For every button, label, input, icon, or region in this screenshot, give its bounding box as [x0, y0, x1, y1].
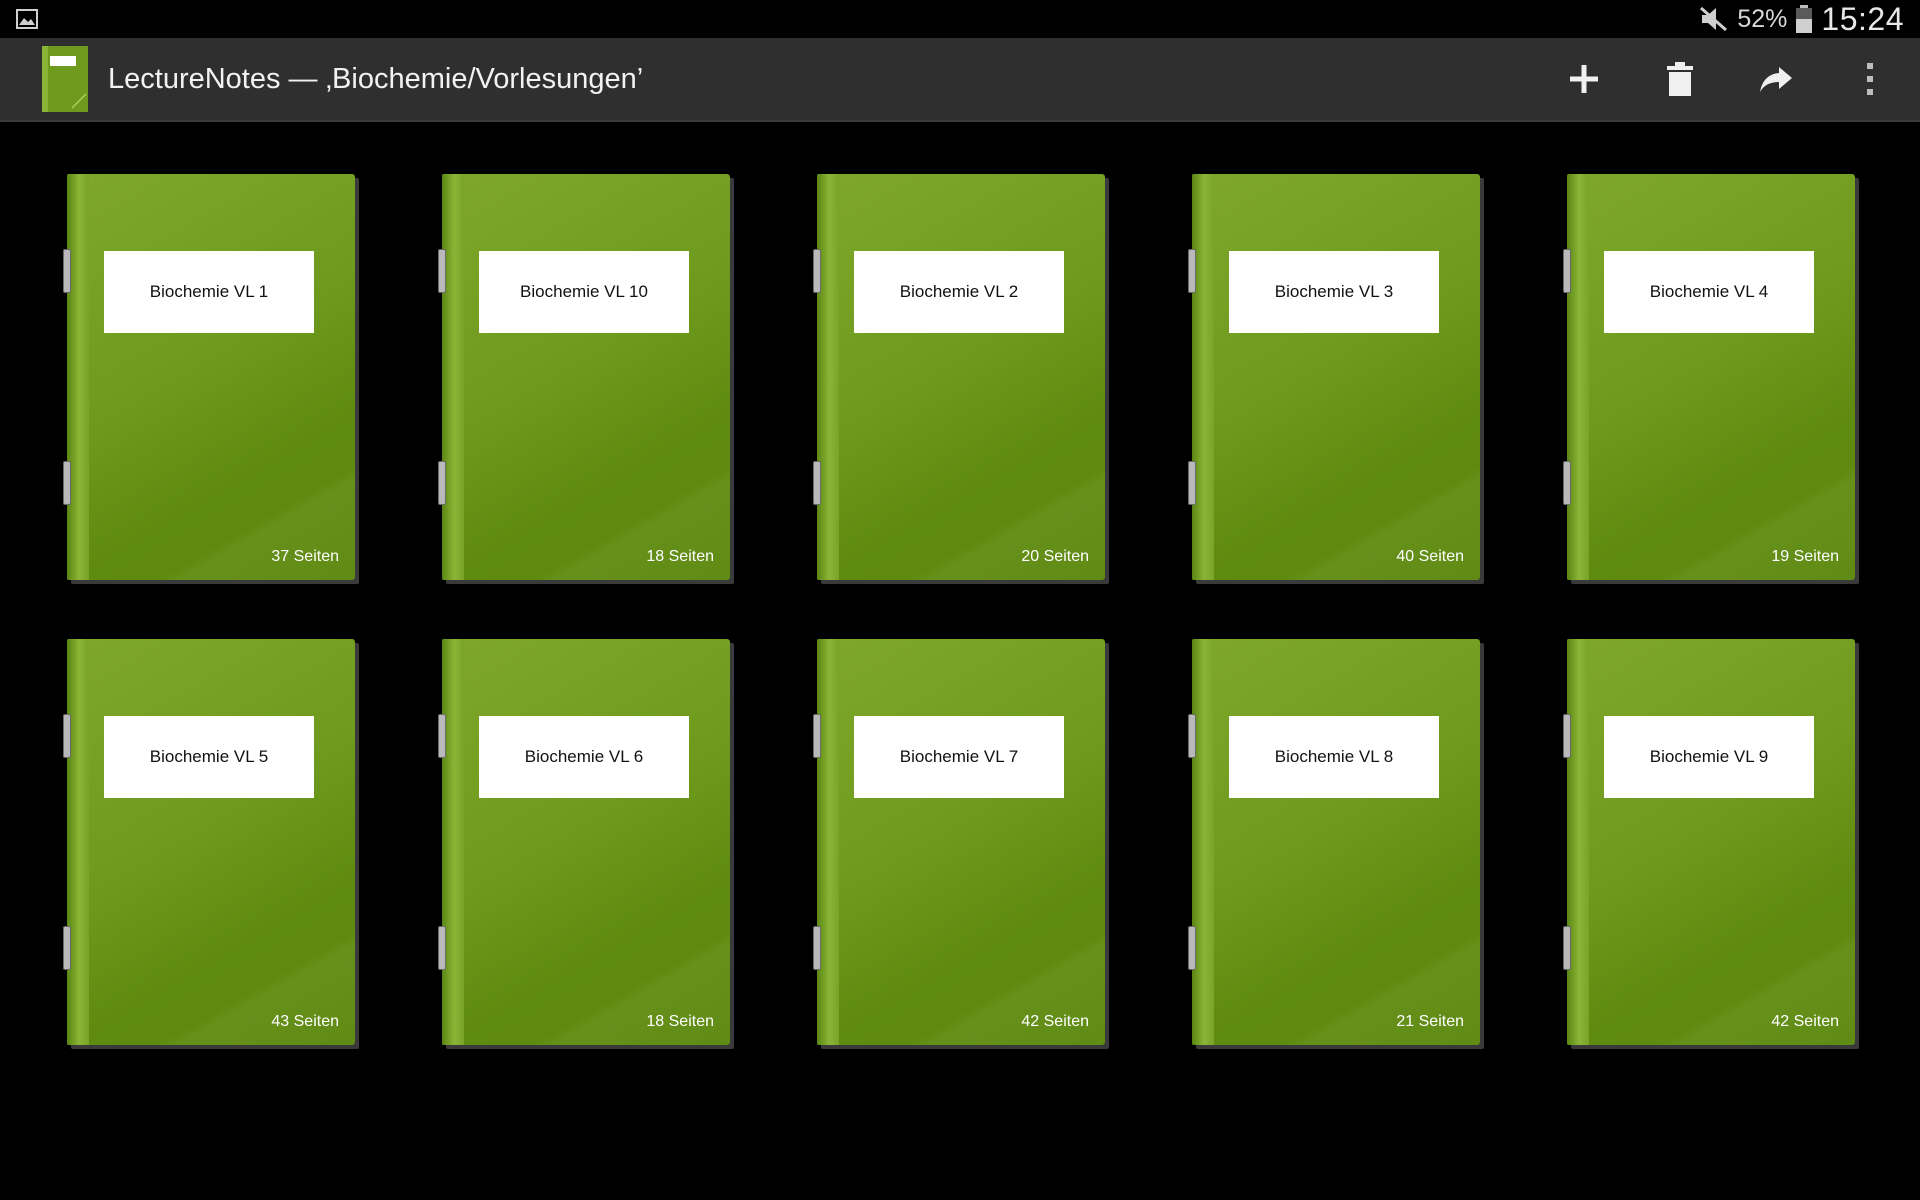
notebook-cover: [442, 639, 730, 1045]
notebook-page-count: 20 Seiten: [1021, 548, 1089, 565]
notebook-item[interactable]: Biochemie VL 10 18 Seiten: [438, 174, 734, 584]
notebook-page-count: 18 Seiten: [646, 548, 714, 565]
clip: [1563, 249, 1571, 293]
notebook-item[interactable]: Biochemie VL 6 18 Seiten: [438, 639, 734, 1049]
action-bar: LectureNotes — ‚Biochemie/Vorlesungen’: [0, 38, 1920, 122]
clip: [438, 249, 446, 293]
clip: [813, 461, 821, 505]
clip: [813, 714, 821, 758]
notebook-cover: [67, 639, 355, 1045]
clip: [1188, 249, 1196, 293]
notebook-item[interactable]: Biochemie VL 9 42 Seiten: [1563, 639, 1859, 1049]
clip: [438, 926, 446, 970]
clip: [1188, 461, 1196, 505]
notebook-item[interactable]: Biochemie VL 1 37 Seiten: [63, 174, 359, 584]
delete-button[interactable]: [1650, 49, 1710, 109]
clip: [63, 461, 71, 505]
clip: [1188, 926, 1196, 970]
clip: [63, 249, 71, 293]
trash-icon: [1667, 62, 1693, 96]
status-bar: 52% 15:24: [0, 0, 1920, 38]
notebook-title: Biochemie VL 5: [104, 716, 314, 798]
notebook-page-count: 18 Seiten: [646, 1013, 714, 1030]
status-time: 15:24: [1821, 0, 1904, 37]
clip: [813, 249, 821, 293]
clip: [1563, 461, 1571, 505]
image-icon: [16, 9, 38, 29]
clip: [813, 926, 821, 970]
share-button[interactable]: [1746, 49, 1806, 109]
notebook-title: Biochemie VL 6: [479, 716, 689, 798]
clip: [1563, 714, 1571, 758]
notebook-cover: [67, 174, 355, 580]
notebook-page-count: 19 Seiten: [1771, 548, 1839, 565]
share-icon: [1760, 67, 1792, 92]
notebook-cover: [1567, 174, 1855, 580]
notebook-grid: Biochemie VL 1 37 Seiten Biochemie VL 10…: [0, 120, 1920, 1200]
notebook-page-count: 21 Seiten: [1396, 1013, 1464, 1030]
notebook-item[interactable]: Biochemie VL 4 19 Seiten: [1563, 174, 1859, 584]
status-right: 52% 15:24: [1699, 0, 1904, 38]
notebook-item[interactable]: Biochemie VL 3 40 Seiten: [1188, 174, 1484, 584]
notebook-cover: [817, 174, 1105, 580]
mute-icon: [1700, 6, 1728, 32]
notebook-page-count: 43 Seiten: [271, 1013, 339, 1030]
notebook-cover: [442, 174, 730, 580]
notebook-title: Biochemie VL 8: [1229, 716, 1439, 798]
notebook-page-count: 40 Seiten: [1396, 548, 1464, 565]
notebook-item[interactable]: Biochemie VL 5 43 Seiten: [63, 639, 359, 1049]
notebook-item[interactable]: Biochemie VL 7 42 Seiten: [813, 639, 1109, 1049]
notebook-cover: [1192, 174, 1480, 580]
notebook-cover: [1192, 639, 1480, 1045]
notebook-title: Biochemie VL 9: [1604, 716, 1814, 798]
overflow-menu-button[interactable]: [1840, 49, 1900, 109]
notebook-title: Biochemie VL 3: [1229, 251, 1439, 333]
add-button[interactable]: [1554, 49, 1614, 109]
notebook-title: Biochemie VL 4: [1604, 251, 1814, 333]
notebook-title: Biochemie VL 1: [104, 251, 314, 333]
page-title: LectureNotes — ‚Biochemie/Vorlesungen’: [108, 63, 644, 95]
clip: [438, 714, 446, 758]
clip: [63, 714, 71, 758]
notebook-page-count: 37 Seiten: [271, 548, 339, 565]
clip: [438, 461, 446, 505]
notebook-cover: [817, 639, 1105, 1045]
notebook-cover: [1567, 639, 1855, 1045]
notebook-page-count: 42 Seiten: [1771, 1013, 1839, 1030]
notebook-title: Biochemie VL 10: [479, 251, 689, 333]
clip: [63, 926, 71, 970]
notebook-title: Biochemie VL 7: [854, 716, 1064, 798]
notebook-title: Biochemie VL 2: [854, 251, 1064, 333]
clip: [1563, 926, 1571, 970]
overflow-menu-icon: [1867, 63, 1873, 95]
notebook-item[interactable]: Biochemie VL 2 20 Seiten: [813, 174, 1109, 584]
plus-icon: [1570, 65, 1598, 93]
notebook-page-count: 42 Seiten: [1021, 1013, 1089, 1030]
clip: [1188, 714, 1196, 758]
notebook-item[interactable]: Biochemie VL 8 21 Seiten: [1188, 639, 1484, 1049]
battery-icon: [1796, 5, 1813, 33]
notebook-icon[interactable]: [40, 44, 90, 114]
battery-percent: 52%: [1737, 4, 1788, 33]
